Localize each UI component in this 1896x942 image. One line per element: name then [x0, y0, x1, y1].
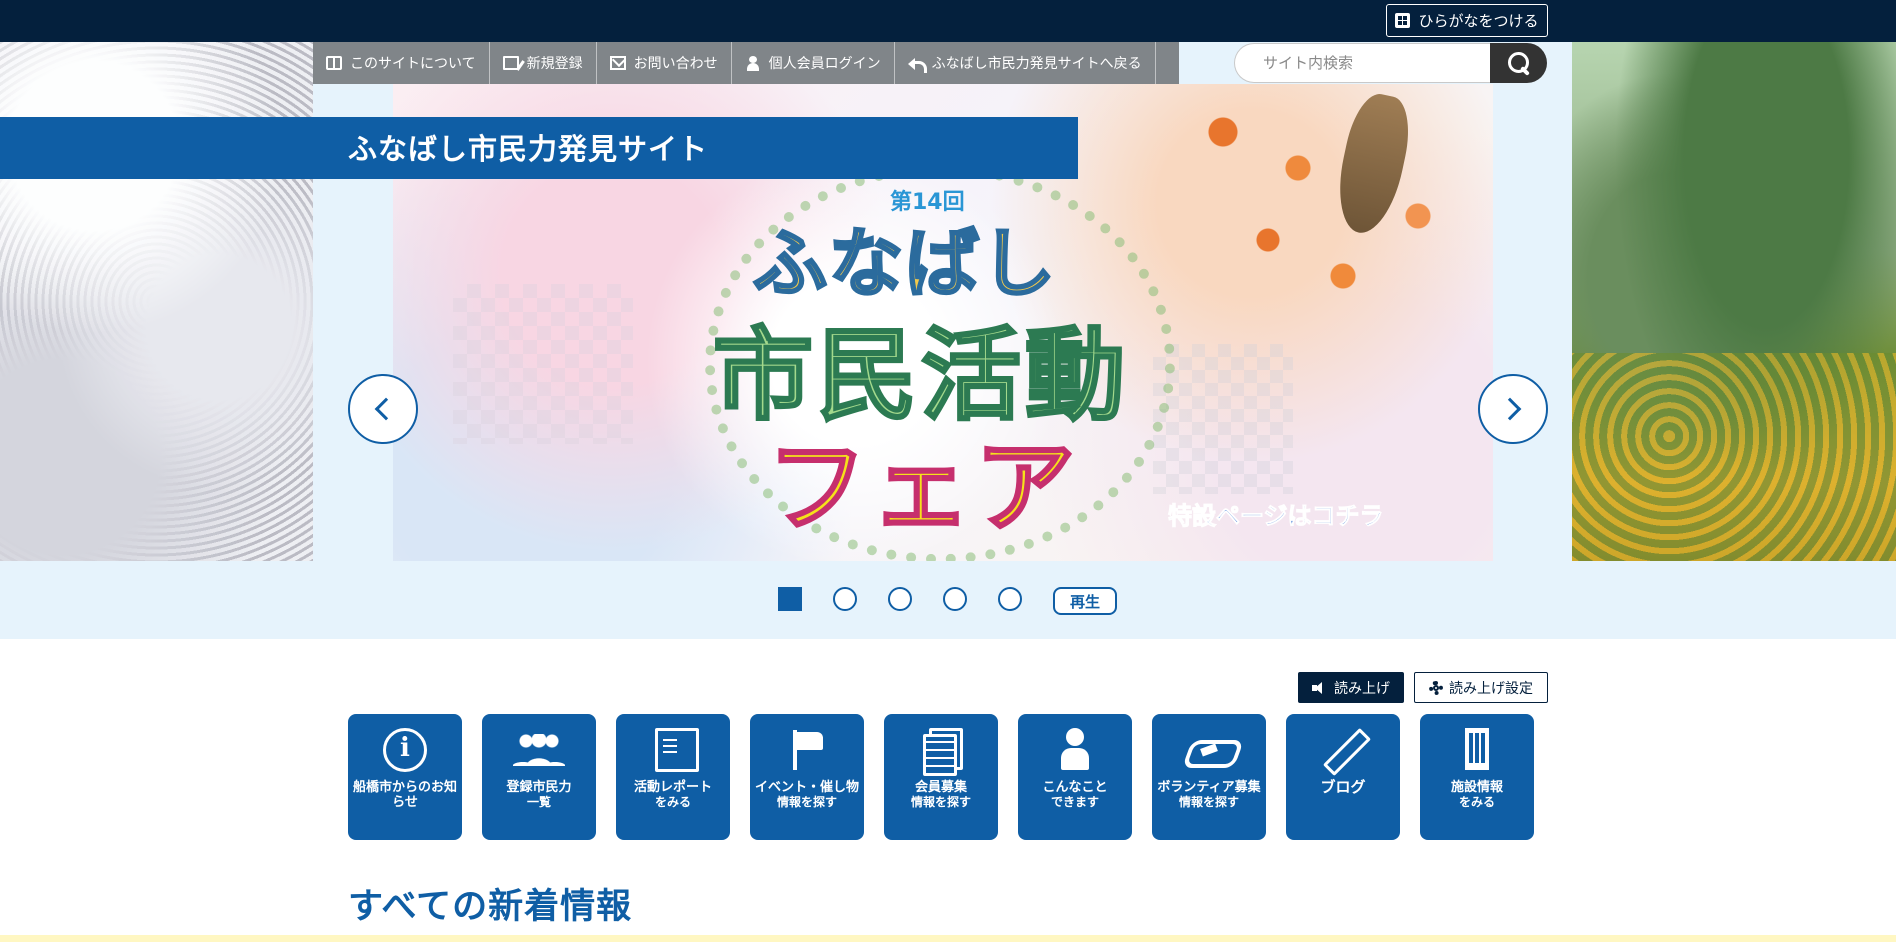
furigana-label: ひらがなをつける — [1418, 12, 1539, 30]
tile-label: こんなこと — [1042, 780, 1108, 795]
site-search — [1234, 43, 1547, 83]
search-input[interactable] — [1234, 43, 1490, 83]
tile-skills[interactable]: こんなこと できます — [1018, 714, 1132, 840]
quick-links: 船橋市からのお知らせ 登録市民力 一覧 活動レポート をみる イベント・催し物 … — [348, 714, 1534, 840]
documents-icon — [919, 728, 963, 776]
info-icon — [383, 728, 427, 772]
tile-volunteer[interactable]: ボランティア募集 情報を探す — [1152, 714, 1266, 840]
tile-label: 会員募集 — [914, 780, 967, 795]
speaker-icon — [1312, 681, 1326, 694]
top-bar: ひらがなをつける — [0, 0, 1896, 42]
book-icon — [326, 56, 342, 70]
maple-leaves — [1163, 84, 1463, 324]
tile-registered-list[interactable]: 登録市民力 一覧 — [482, 714, 596, 840]
tile-label: 活動レポート — [633, 780, 712, 795]
slider-dot-5[interactable] — [998, 587, 1022, 611]
flag-icon — [785, 728, 829, 772]
user-icon — [745, 56, 761, 71]
read-aloud-label: 読み上げ — [1334, 680, 1390, 697]
register-icon — [502, 56, 519, 70]
tile-facilities[interactable]: 施設情報 をみる — [1420, 714, 1534, 840]
sunflower-background — [1572, 42, 1896, 561]
banner-decoration — [453, 284, 633, 444]
tile-label: 船橋市からのお知らせ — [352, 780, 457, 810]
furigana-icon — [1395, 13, 1411, 28]
slider-dot-1[interactable] — [778, 587, 802, 611]
handshake-icon — [1187, 728, 1231, 772]
slider-dot-2[interactable] — [833, 587, 857, 611]
tile-sublabel: 情報を探す — [910, 795, 971, 809]
pencil-icon — [1321, 728, 1365, 772]
document-icon — [654, 728, 699, 772]
tile-member-recruit[interactable]: 会員募集 情報を探す — [884, 714, 998, 840]
tile-sublabel: 情報を探す — [1178, 795, 1239, 809]
tile-sublabel: できます — [1050, 795, 1099, 809]
back-arrow-icon — [907, 56, 927, 73]
slide-line-3: フェア — [766, 428, 1079, 548]
slider-dots — [778, 587, 1022, 611]
page-bottom-edge — [0, 935, 1896, 942]
nav-register[interactable]: 新規登録 — [490, 42, 597, 84]
slider-dot-4[interactable] — [943, 587, 967, 611]
site-title[interactable]: ふなばし市民力発見サイト — [348, 126, 708, 168]
read-aloud-settings-button[interactable]: 読み上げ設定 — [1414, 672, 1548, 703]
tile-sublabel: 一覧 — [526, 795, 551, 809]
slide-special-page-link[interactable]: 特設ページはコチラ — [1168, 496, 1385, 531]
tile-events[interactable]: イベント・催し物 情報を探す — [750, 714, 864, 840]
furigana-button[interactable]: ひらがなをつける — [1386, 4, 1548, 37]
slider-play-button[interactable]: 再生 — [1053, 587, 1117, 615]
nav-back[interactable]: ふなばし市民力発見サイトへ戻る — [895, 42, 1156, 84]
mail-icon — [609, 56, 626, 70]
tile-sublabel: 情報を探す — [776, 795, 837, 809]
slider-dot-3[interactable] — [888, 587, 912, 611]
people-icon — [513, 728, 565, 772]
tile-sublabel: をみる — [1458, 795, 1495, 809]
news-section-title: すべての新着情報 — [348, 887, 633, 927]
tile-blog[interactable]: ブログ — [1286, 714, 1400, 840]
building-icon — [1455, 728, 1499, 772]
nav-login-label: 個人会員ログイン — [768, 56, 881, 72]
tile-label: ボランティア募集 — [1157, 780, 1261, 795]
read-aloud-button[interactable]: 読み上げ — [1298, 672, 1404, 703]
tile-label: 登録市民力 — [506, 780, 572, 795]
tile-label: イベント・催し物 — [754, 780, 859, 795]
tile-label: ブログ — [1320, 778, 1366, 796]
hero-slider: 第14回 ふなばし 市民活動 フェア 特設ページはコチラ ふなばし市民力発見サイ… — [0, 42, 1896, 561]
gear-icon — [1429, 680, 1443, 695]
tile-sublabel: をみる — [654, 795, 691, 809]
tile-city-news[interactable]: 船橋市からのお知らせ — [348, 714, 462, 840]
nav-back-label: ふなばし市民力発見サイトへ戻る — [931, 56, 1142, 72]
chevron-right-icon — [1498, 397, 1522, 421]
slider-next-button[interactable] — [1478, 374, 1548, 444]
nav-about[interactable]: このサイトについて — [313, 42, 490, 84]
nav-contact[interactable]: お問い合わせ — [597, 42, 732, 84]
nav-contact-label: お問い合わせ — [633, 56, 718, 72]
search-icon — [1507, 52, 1530, 74]
search-button[interactable] — [1490, 43, 1547, 83]
nav-login[interactable]: 個人会員ログイン — [732, 42, 895, 84]
slider-prev-button[interactable] — [348, 374, 418, 444]
person-icon — [1053, 728, 1097, 772]
nav-register-label: 新規登録 — [526, 56, 583, 72]
chevron-left-icon — [374, 397, 398, 421]
tile-activity-report[interactable]: 活動レポート をみる — [616, 714, 730, 840]
read-aloud-settings-label: 読み上げ設定 — [1449, 680, 1533, 697]
tile-label: 施設情報 — [1450, 780, 1503, 795]
header-nav: このサイトについて 新規登録 お問い合わせ 個人会員ログイン ふなばし市民力発見… — [313, 42, 1179, 84]
nav-about-label: このサイトについて — [350, 56, 476, 72]
